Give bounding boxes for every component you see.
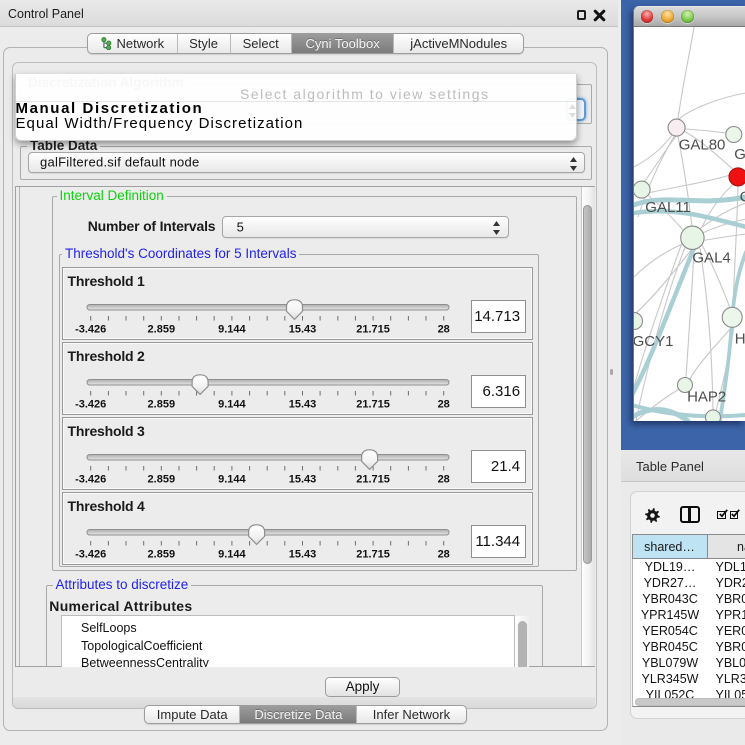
svg-text:2.859: 2.859: [148, 324, 176, 336]
svg-text:9.144: 9.144: [218, 549, 246, 561]
svg-text:-3.426: -3.426: [75, 399, 106, 411]
svg-text:H: H: [735, 331, 745, 348]
svg-text:15.43: 15.43: [289, 399, 317, 411]
svg-text:C: C: [740, 189, 745, 206]
svg-text:GAL11: GAL11: [645, 199, 691, 216]
svg-text:9.144: 9.144: [218, 324, 246, 336]
svg-text:15.43: 15.43: [289, 324, 317, 336]
svg-text:-3.426: -3.426: [75, 324, 106, 336]
svg-text:HAP2: HAP2: [687, 389, 726, 406]
svg-text:9.144: 9.144: [218, 474, 246, 486]
svg-text:GAL4: GAL4: [692, 250, 730, 267]
svg-text:21.715: 21.715: [356, 324, 390, 336]
svg-text:15.43: 15.43: [289, 474, 317, 486]
svg-text:GAL80: GAL80: [679, 137, 726, 154]
svg-text:-3.426: -3.426: [75, 474, 106, 486]
svg-text:28: 28: [438, 474, 450, 486]
svg-text:2.859: 2.859: [148, 399, 176, 411]
svg-text:28: 28: [438, 399, 450, 411]
svg-text:9.144: 9.144: [218, 399, 246, 411]
svg-text:28: 28: [438, 549, 450, 561]
svg-text:21.715: 21.715: [356, 399, 390, 411]
svg-text:28: 28: [438, 324, 450, 336]
svg-text:21.715: 21.715: [356, 474, 390, 486]
svg-text:2.859: 2.859: [148, 549, 176, 561]
svg-text:15.43: 15.43: [289, 549, 317, 561]
svg-text:GCY1: GCY1: [634, 333, 673, 350]
svg-text:2.859: 2.859: [148, 474, 176, 486]
svg-text:GA: GA: [734, 146, 745, 163]
svg-text:21.715: 21.715: [356, 549, 390, 561]
svg-text:-3.426: -3.426: [75, 549, 106, 561]
